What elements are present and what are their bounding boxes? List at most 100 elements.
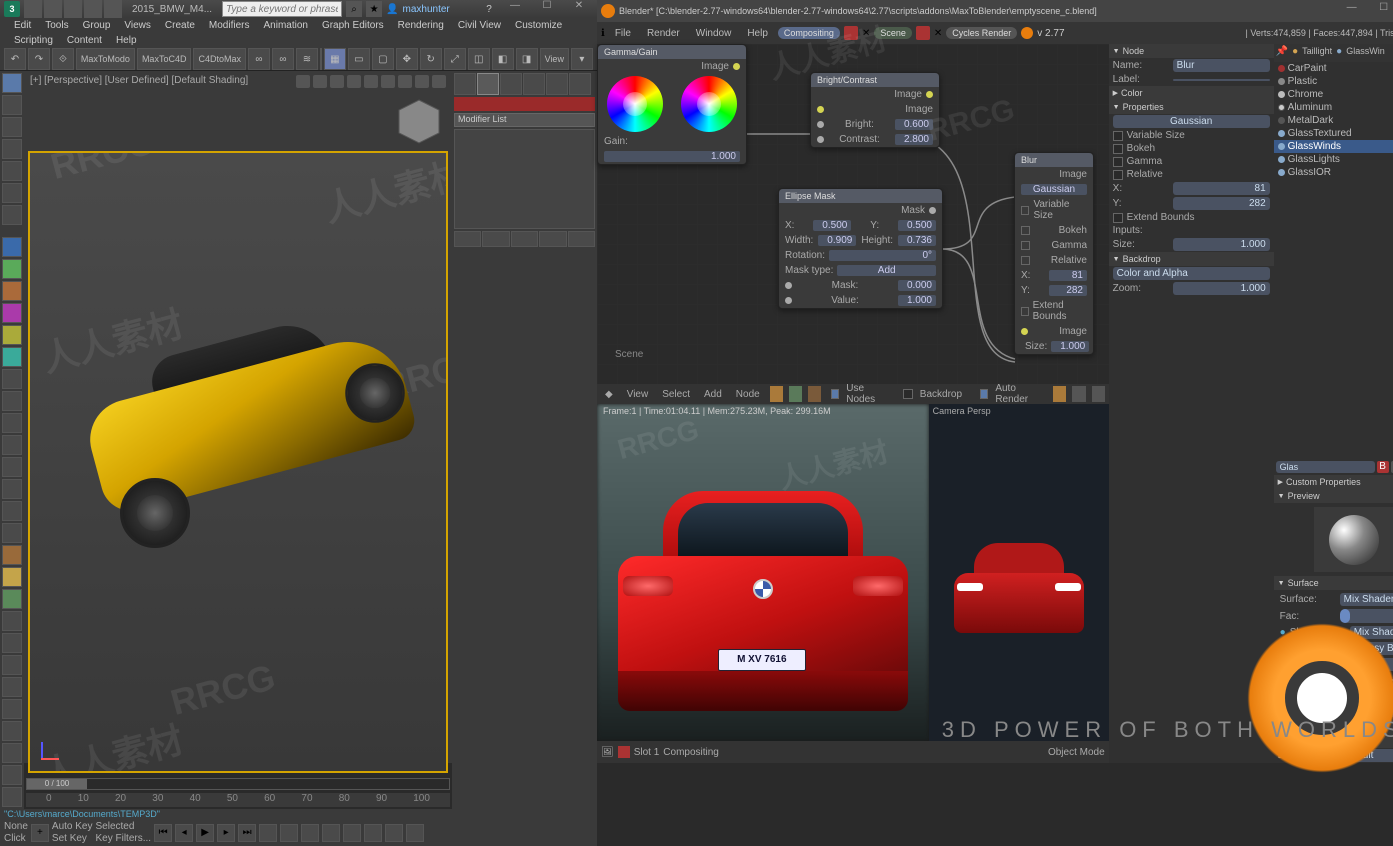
tab-create-icon[interactable] <box>454 73 476 95</box>
create-icon[interactable] <box>2 347 22 367</box>
qat-btn[interactable] <box>64 0 82 18</box>
create-icon[interactable] <box>2 765 22 785</box>
menu-civilview[interactable]: Civil View <box>452 18 507 33</box>
extend-checkbox[interactable] <box>1113 213 1123 223</box>
play-icon[interactable]: ▶ <box>196 824 214 842</box>
create-icon[interactable] <box>2 655 22 675</box>
name-field[interactable]: Blur <box>1173 59 1270 72</box>
tool-icon[interactable]: ◫ <box>468 48 490 70</box>
backdrop-checkbox[interactable]: Backdrop <box>899 387 970 402</box>
redo-icon[interactable]: ↷ <box>28 48 50 70</box>
link-icon[interactable]: ∞ <box>248 48 270 70</box>
clear-icon[interactable]: B <box>1377 461 1389 473</box>
nav-icon[interactable] <box>364 824 382 842</box>
material-list[interactable]: CarPaint Plastic Chrome Aluminum MetalDa… <box>1274 62 1393 459</box>
menu-node[interactable]: Node <box>732 388 764 401</box>
close-scene-icon[interactable] <box>916 26 930 40</box>
node-bright-contrast[interactable]: Bright/Contrast Image Image Bright:0.600… <box>810 72 940 148</box>
scale-icon[interactable]: ⤢ <box>444 48 466 70</box>
info-icon[interactable]: ℹ <box>601 28 605 39</box>
menu-select[interactable]: Select <box>658 388 694 401</box>
create-icon[interactable] <box>2 303 22 323</box>
close-button[interactable]: ✕ <box>565 0 593 18</box>
node-editor[interactable]: Gamma/Gain Image Gain: 1.000 Bright/Cont… <box>597 44 1109 384</box>
link-icon[interactable]: ∞ <box>272 48 294 70</box>
tab-utilities-icon[interactable] <box>569 73 591 95</box>
tab-icon[interactable] <box>2 117 22 137</box>
vp-icon[interactable] <box>415 75 429 88</box>
tool-icon[interactable]: ◧ <box>492 48 514 70</box>
select-icon[interactable]: ▢ <box>372 48 394 70</box>
engine-dropdown[interactable]: Cycles Render <box>946 27 1017 39</box>
create-icon[interactable] <box>2 237 22 257</box>
colorwheel-icon[interactable] <box>607 76 663 132</box>
shader-icon[interactable] <box>770 386 783 402</box>
menu-view[interactable]: View <box>623 388 653 401</box>
create-icon[interactable] <box>2 677 22 697</box>
nav-icon[interactable] <box>322 824 340 842</box>
menu-views[interactable]: Views <box>118 18 157 33</box>
menu-add[interactable]: Add <box>700 388 726 401</box>
viewcube-icon[interactable] <box>394 95 444 145</box>
node-ellipse-mask[interactable]: Ellipse Mask Mask X:0.500Y:0.500 Width:0… <box>778 188 943 309</box>
max-viewport[interactable]: RRCG 人人素材 人人素材 RRCG RRCG 人人素材 <box>28 151 448 773</box>
create-icon[interactable] <box>2 369 22 389</box>
create-icon[interactable] <box>2 589 22 609</box>
mat-icon[interactable]: ● <box>1292 46 1298 60</box>
modifier-list-dropdown[interactable]: Modifier List <box>454 113 595 127</box>
create-icon[interactable] <box>2 479 22 499</box>
create-icon[interactable] <box>2 435 22 455</box>
max-search-input[interactable] <box>222 1 342 17</box>
relative-checkbox[interactable] <box>1113 170 1123 180</box>
next-key-icon[interactable]: ⏭ <box>238 824 256 842</box>
viewport-label[interactable]: [+] [Perspective] [User Defined] [Defaul… <box>30 75 248 87</box>
tab-icon[interactable] <box>2 95 22 115</box>
menu-render[interactable]: Render <box>641 26 686 41</box>
stack-btn[interactable] <box>568 231 595 247</box>
nav-icon[interactable] <box>385 824 403 842</box>
surface-shader[interactable]: Mix Shader <box>1340 593 1393 606</box>
tab-icon[interactable] <box>2 73 22 93</box>
slot-dropdown[interactable]: Slot 1 <box>634 747 660 758</box>
channel-dropdown[interactable]: Color and Alpha <box>1113 267 1270 280</box>
dropdown-icon[interactable]: ▾ <box>571 48 593 70</box>
vp-icon[interactable] <box>313 75 327 88</box>
move-icon[interactable]: ✥ <box>396 48 418 70</box>
menu-rendering[interactable]: Rendering <box>392 18 450 33</box>
create-icon[interactable] <box>2 325 22 345</box>
nav-icon[interactable] <box>301 824 319 842</box>
undo-icon[interactable]: ↶ <box>4 48 26 70</box>
vp-icon[interactable] <box>296 75 310 88</box>
create-icon[interactable] <box>2 501 22 521</box>
link-icon[interactable]: ⟐ <box>52 48 74 70</box>
layout-dropdown[interactable]: Compositing <box>778 27 840 39</box>
create-icon[interactable] <box>2 523 22 543</box>
create-icon[interactable] <box>2 787 22 807</box>
maximize-button[interactable]: ☐ <box>533 0 561 18</box>
create-icon[interactable] <box>2 611 22 631</box>
tab-motion-icon[interactable] <box>523 73 545 95</box>
create-icon[interactable] <box>2 721 22 741</box>
help-icon[interactable]: ? <box>481 1 497 17</box>
timeline-slider[interactable]: 0 / 100 <box>26 775 450 793</box>
comp-icon[interactable] <box>789 386 802 402</box>
stack-btn[interactable] <box>539 231 566 247</box>
qat-btn[interactable] <box>44 0 62 18</box>
menu-help[interactable]: Help <box>110 33 143 48</box>
label-field[interactable] <box>1173 79 1270 81</box>
search-icon[interactable]: ⌕ <box>346 1 362 17</box>
menu-help[interactable]: Help <box>741 26 774 41</box>
plugin-c4dtomax[interactable]: C4DtoMax <box>193 48 246 70</box>
prev-key-icon[interactable]: ⏮ <box>154 824 172 842</box>
y-field[interactable]: 282 <box>1173 197 1270 210</box>
create-icon[interactable] <box>2 545 22 565</box>
menu-group[interactable]: Group <box>77 18 117 33</box>
panel-preview[interactable]: Preview <box>1274 489 1393 503</box>
size-field[interactable]: 1.000 <box>1173 238 1270 251</box>
menu-create[interactable]: Create <box>159 18 201 33</box>
panel-surface[interactable]: Surface <box>1274 576 1393 590</box>
menu-content[interactable]: Content <box>61 33 108 48</box>
stack-btn[interactable] <box>511 231 538 247</box>
x-field[interactable]: 81 <box>1173 182 1270 195</box>
vp-icon[interactable] <box>432 75 446 88</box>
